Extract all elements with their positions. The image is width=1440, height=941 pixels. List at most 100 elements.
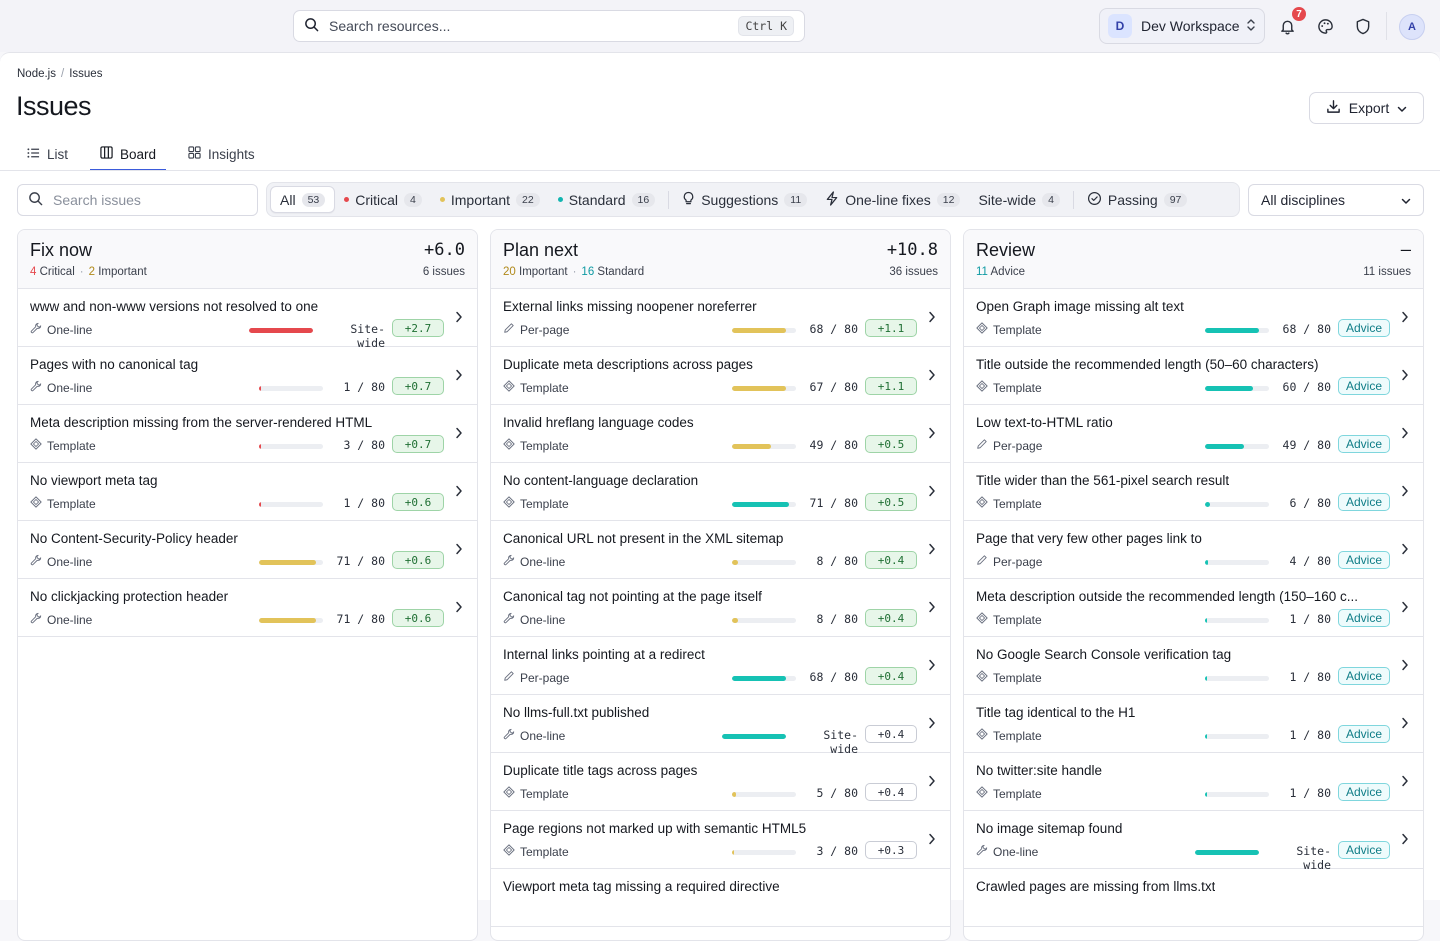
export-button[interactable]: Export: [1309, 92, 1424, 124]
issue-title: Invalid hreflang language codes: [503, 415, 694, 430]
pages-affected-bar-fill: [1205, 502, 1210, 507]
issue-row[interactable]: No twitter:site handle Template 1 / 80 Advi…: [964, 753, 1423, 811]
issue-row[interactable]: Pages with no canonical tag One-line 1 / 8…: [18, 347, 477, 405]
chevron-right-icon[interactable]: [1401, 717, 1409, 732]
pages-affected-bar: [259, 560, 323, 565]
pages-affected-score: 68 / 80: [1282, 322, 1331, 336]
issue-row[interactable]: No llms-full.txt published One-line Site-w…: [491, 695, 950, 756]
pages-affected-bar-fill: [732, 444, 772, 449]
filter-suggestions[interactable]: Suggestions 11: [673, 186, 816, 213]
issue-row[interactable]: Duplicate meta descriptions across pages…: [491, 347, 950, 405]
search-icon: [304, 17, 319, 35]
issue-row[interactable]: No content-language declaration Template 7…: [491, 463, 950, 521]
filter-critical-label: Critical: [355, 191, 399, 208]
issue-title: Crawled pages are missing from llms.txt: [976, 879, 1216, 894]
pages-affected-bar: [732, 386, 796, 391]
issues-search-input[interactable]: Search issues: [17, 184, 258, 216]
issue-row[interactable]: No Google Search Console verification ta…: [964, 637, 1423, 695]
issue-row[interactable]: Canonical tag not pointing at the page i…: [491, 579, 950, 637]
chevron-right-icon[interactable]: [455, 543, 463, 558]
filter-one-line-fixes[interactable]: One-line fixes 12: [816, 186, 969, 213]
issue-row[interactable]: Meta description missing from the server…: [18, 405, 477, 463]
issue-row[interactable]: Crawled pages are missing from llms.txt: [964, 869, 1423, 927]
chevron-right-icon[interactable]: [928, 833, 936, 848]
chevron-right-icon[interactable]: [1401, 543, 1409, 558]
issue-row[interactable]: No viewport meta tag Template 1 / 80 +0.6: [18, 463, 477, 521]
user-avatar[interactable]: A: [1399, 14, 1425, 40]
issue-row[interactable]: Title outside the recommended length (50…: [964, 347, 1423, 405]
chevron-right-icon[interactable]: [1401, 369, 1409, 384]
filter-important[interactable]: Important 22: [431, 186, 549, 213]
pages-affected-bar-fill: [732, 502, 789, 507]
chevron-right-icon[interactable]: [928, 311, 936, 326]
standard-dot-icon: [557, 197, 563, 202]
chevron-right-icon[interactable]: [1401, 833, 1409, 848]
issue-row[interactable]: Invalid hreflang language codes Template 4…: [491, 405, 950, 463]
issue-row[interactable]: Canonical URL not present in the XML sit…: [491, 521, 950, 579]
issue-row[interactable]: No Content-Security-Policy header One-lin…: [18, 521, 477, 579]
chevron-right-icon[interactable]: [455, 369, 463, 384]
filter-site-wide[interactable]: Site-wide 4: [969, 186, 1068, 213]
chevron-right-icon[interactable]: [1401, 659, 1409, 674]
filter-critical[interactable]: Critical 4: [335, 186, 431, 213]
chevron-right-icon[interactable]: [1401, 311, 1409, 326]
critical-dot-icon: [344, 197, 350, 202]
issue-row[interactable]: Open Graph image missing alt text Templat…: [964, 289, 1423, 347]
filter-passing[interactable]: Passing 97: [1078, 186, 1197, 213]
issue-row[interactable]: Title tag identical to the H1 Template 1 /…: [964, 695, 1423, 753]
workspace-switcher[interactable]: D Dev Workspace: [1099, 8, 1265, 44]
tab-list[interactable]: List: [17, 137, 82, 171]
chevron-right-icon[interactable]: [928, 543, 936, 558]
discipline-select[interactable]: All disciplines: [1248, 184, 1424, 216]
column-title: Fix now: [30, 240, 93, 260]
fix-type: One-line: [30, 554, 92, 569]
chevron-right-icon[interactable]: [928, 427, 936, 442]
filter-all[interactable]: All 53: [270, 186, 336, 213]
view-tabs: List Board Insights: [17, 137, 269, 171]
issue-row[interactable]: www and non-www versions not resolved to…: [18, 289, 477, 350]
issue-row[interactable]: Low text-to-HTML ratio Per-page 49 / 80 Adv…: [964, 405, 1423, 463]
chevron-right-icon[interactable]: [928, 775, 936, 790]
chevron-right-icon[interactable]: [455, 485, 463, 500]
issue-row[interactable]: Page that very few other pages link to Pe…: [964, 521, 1423, 579]
chevron-right-icon[interactable]: [1401, 775, 1409, 790]
check-circle-icon: [1087, 191, 1102, 209]
chevron-right-icon[interactable]: [928, 659, 936, 674]
tab-board[interactable]: Board: [86, 137, 170, 171]
filter-divider: [668, 190, 670, 209]
palette-icon[interactable]: [1313, 14, 1337, 38]
chevron-right-icon[interactable]: [455, 601, 463, 616]
chevron-right-icon[interactable]: [1401, 427, 1409, 442]
issue-row[interactable]: No image sitemap found One-line Site-wide A…: [964, 811, 1423, 872]
issue-row[interactable]: Meta description outside the recommended…: [964, 579, 1423, 637]
breadcrumb-parent[interactable]: Node.js: [17, 68, 56, 80]
chevron-right-icon[interactable]: [928, 717, 936, 732]
issue-title: www and non-www versions not resolved to…: [30, 299, 319, 314]
chevron-right-icon[interactable]: [928, 485, 936, 500]
chevron-right-icon[interactable]: [455, 311, 463, 326]
chevron-right-icon[interactable]: [928, 369, 936, 384]
filter-passing-count: 97: [1163, 192, 1188, 207]
filter-standard[interactable]: Standard 16: [549, 186, 665, 213]
chevron-right-icon[interactable]: [1401, 601, 1409, 616]
chevron-right-icon[interactable]: [1401, 485, 1409, 500]
issue-row[interactable]: Viewport meta tag missing a required dir…: [491, 869, 950, 927]
wrench-icon: [30, 322, 42, 337]
issue-row[interactable]: Title wider than the 561-pixel search re…: [964, 463, 1423, 521]
shield-icon[interactable]: [1351, 14, 1375, 38]
fix-type: Template: [30, 496, 96, 511]
issue-row[interactable]: External links missing noopener noreferr…: [491, 289, 950, 347]
issue-row[interactable]: Page regions not marked up with semantic…: [491, 811, 950, 869]
tab-insights[interactable]: Insights: [174, 137, 269, 171]
issue-row[interactable]: Internal links pointing at a redirect Per…: [491, 637, 950, 695]
issue-row[interactable]: Duplicate title tags across pages Templat…: [491, 753, 950, 811]
chevron-right-icon[interactable]: [928, 601, 936, 616]
chevron-right-icon[interactable]: [455, 427, 463, 442]
global-search[interactable]: Search resources... Ctrl K: [293, 10, 805, 42]
issue-list: External links missing noopener noreferr…: [491, 289, 950, 927]
advice-badge: Advice: [1338, 377, 1390, 395]
pages-affected-bar-fill: [732, 386, 786, 391]
issue-row[interactable]: No clickjacking protection header One-lin…: [18, 579, 477, 637]
score-delta-badge: +0.6: [392, 493, 444, 511]
fix-type: Template: [503, 786, 569, 801]
